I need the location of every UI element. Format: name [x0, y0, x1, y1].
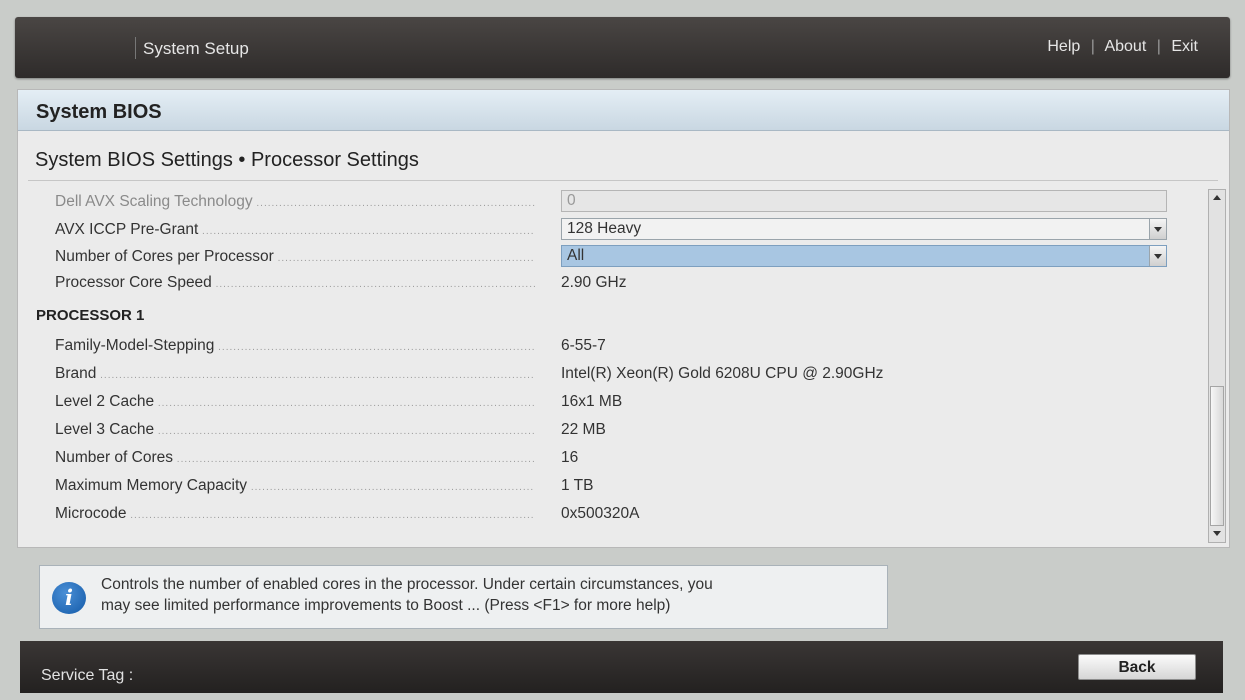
top-links: Help | About | Exit — [1047, 38, 1198, 56]
info-label: Family-Model-Stepping — [55, 337, 535, 355]
back-button[interactable]: Back — [1078, 654, 1196, 680]
dropdown-value: 128 Heavy — [567, 220, 642, 237]
setting-label: Number of Cores per Processor — [55, 248, 535, 266]
setting-label: Dell AVX Scaling Technology — [55, 193, 535, 211]
info-label: Microcode — [55, 505, 535, 523]
setting-row-core-speed: Processor Core Speed 2.90 GHz — [18, 271, 1208, 295]
info-label: Level 2 Cache — [55, 393, 535, 411]
chevron-down-icon[interactable] — [1149, 219, 1166, 239]
setting-label: AVX ICCP Pre-Grant — [55, 221, 535, 239]
info-row: Level 2 Cache 16x1 MB — [18, 390, 1208, 414]
scroll-thumb[interactable] — [1210, 386, 1224, 526]
help-text: Controls the number of enabled cores in … — [101, 574, 876, 616]
link-separator: | — [1156, 38, 1161, 55]
info-value: 16x1 MB — [561, 393, 623, 410]
settings-panel: System BIOS System BIOS Settings • Proce… — [17, 89, 1230, 548]
info-label: Level 3 Cache — [55, 421, 535, 439]
info-label: Brand — [55, 365, 535, 383]
avx-iccp-dropdown[interactable]: 128 Heavy — [561, 218, 1167, 240]
setting-value: 2.90 GHz — [561, 274, 627, 291]
avx-scaling-input: 0 — [561, 190, 1167, 212]
top-bar: System Setup Help | About | Exit — [15, 17, 1230, 78]
help-box: i Controls the number of enabled cores i… — [39, 565, 888, 629]
scroll-up-icon[interactable] — [1209, 190, 1225, 206]
cores-per-processor-dropdown[interactable]: All — [561, 245, 1167, 267]
scroll-down-icon[interactable] — [1209, 526, 1225, 542]
vertical-scrollbar[interactable] — [1208, 189, 1226, 543]
info-value: 22 MB — [561, 421, 606, 438]
exit-link[interactable]: Exit — [1171, 38, 1198, 55]
setting-row-avx-iccp: AVX ICCP Pre-Grant 128 Heavy — [18, 218, 1208, 242]
bottom-bar: Service Tag : Back — [20, 641, 1223, 693]
page-breadcrumb: System BIOS Settings • Processor Setting… — [35, 149, 419, 171]
setting-row-avx-scaling: Dell AVX Scaling Technology 0 — [18, 190, 1208, 214]
help-link[interactable]: Help — [1047, 38, 1080, 55]
setting-label: Processor Core Speed — [55, 274, 535, 292]
info-value: 1 TB — [561, 477, 594, 494]
service-tag-label: Service Tag : — [41, 667, 134, 684]
info-row: Level 3 Cache 22 MB — [18, 418, 1208, 442]
info-icon: i — [52, 582, 86, 614]
info-value: 16 — [561, 449, 579, 466]
info-value: 6-55-7 — [561, 337, 606, 354]
help-line: Controls the number of enabled cores in … — [101, 576, 713, 593]
processor-section-title: PROCESSOR 1 — [36, 307, 145, 324]
info-label: Maximum Memory Capacity — [55, 477, 535, 495]
panel-header: System BIOS — [18, 90, 1229, 131]
help-line: may see limited performance improvements… — [101, 597, 671, 614]
divider — [28, 180, 1218, 181]
info-row: Family-Model-Stepping 6-55-7 — [18, 334, 1208, 358]
chevron-down-icon[interactable] — [1149, 246, 1166, 266]
link-separator: | — [1090, 38, 1095, 55]
info-row: Maximum Memory Capacity 1 TB — [18, 474, 1208, 498]
info-value: 0x500320A — [561, 505, 640, 522]
setting-row-cores-per-processor: Number of Cores per Processor All — [18, 245, 1208, 269]
info-row: Number of Cores 16 — [18, 446, 1208, 470]
about-link[interactable]: About — [1104, 38, 1146, 55]
info-row: Brand Intel(R) Xeon(R) Gold 6208U CPU @ … — [18, 362, 1208, 386]
info-label: Number of Cores — [55, 449, 535, 467]
panel-title: System BIOS — [36, 101, 162, 123]
app-title: System Setup — [135, 37, 249, 59]
info-row: Microcode 0x500320A — [18, 502, 1208, 526]
info-value: Intel(R) Xeon(R) Gold 6208U CPU @ 2.90GH… — [561, 365, 884, 382]
dropdown-value: All — [567, 247, 585, 264]
